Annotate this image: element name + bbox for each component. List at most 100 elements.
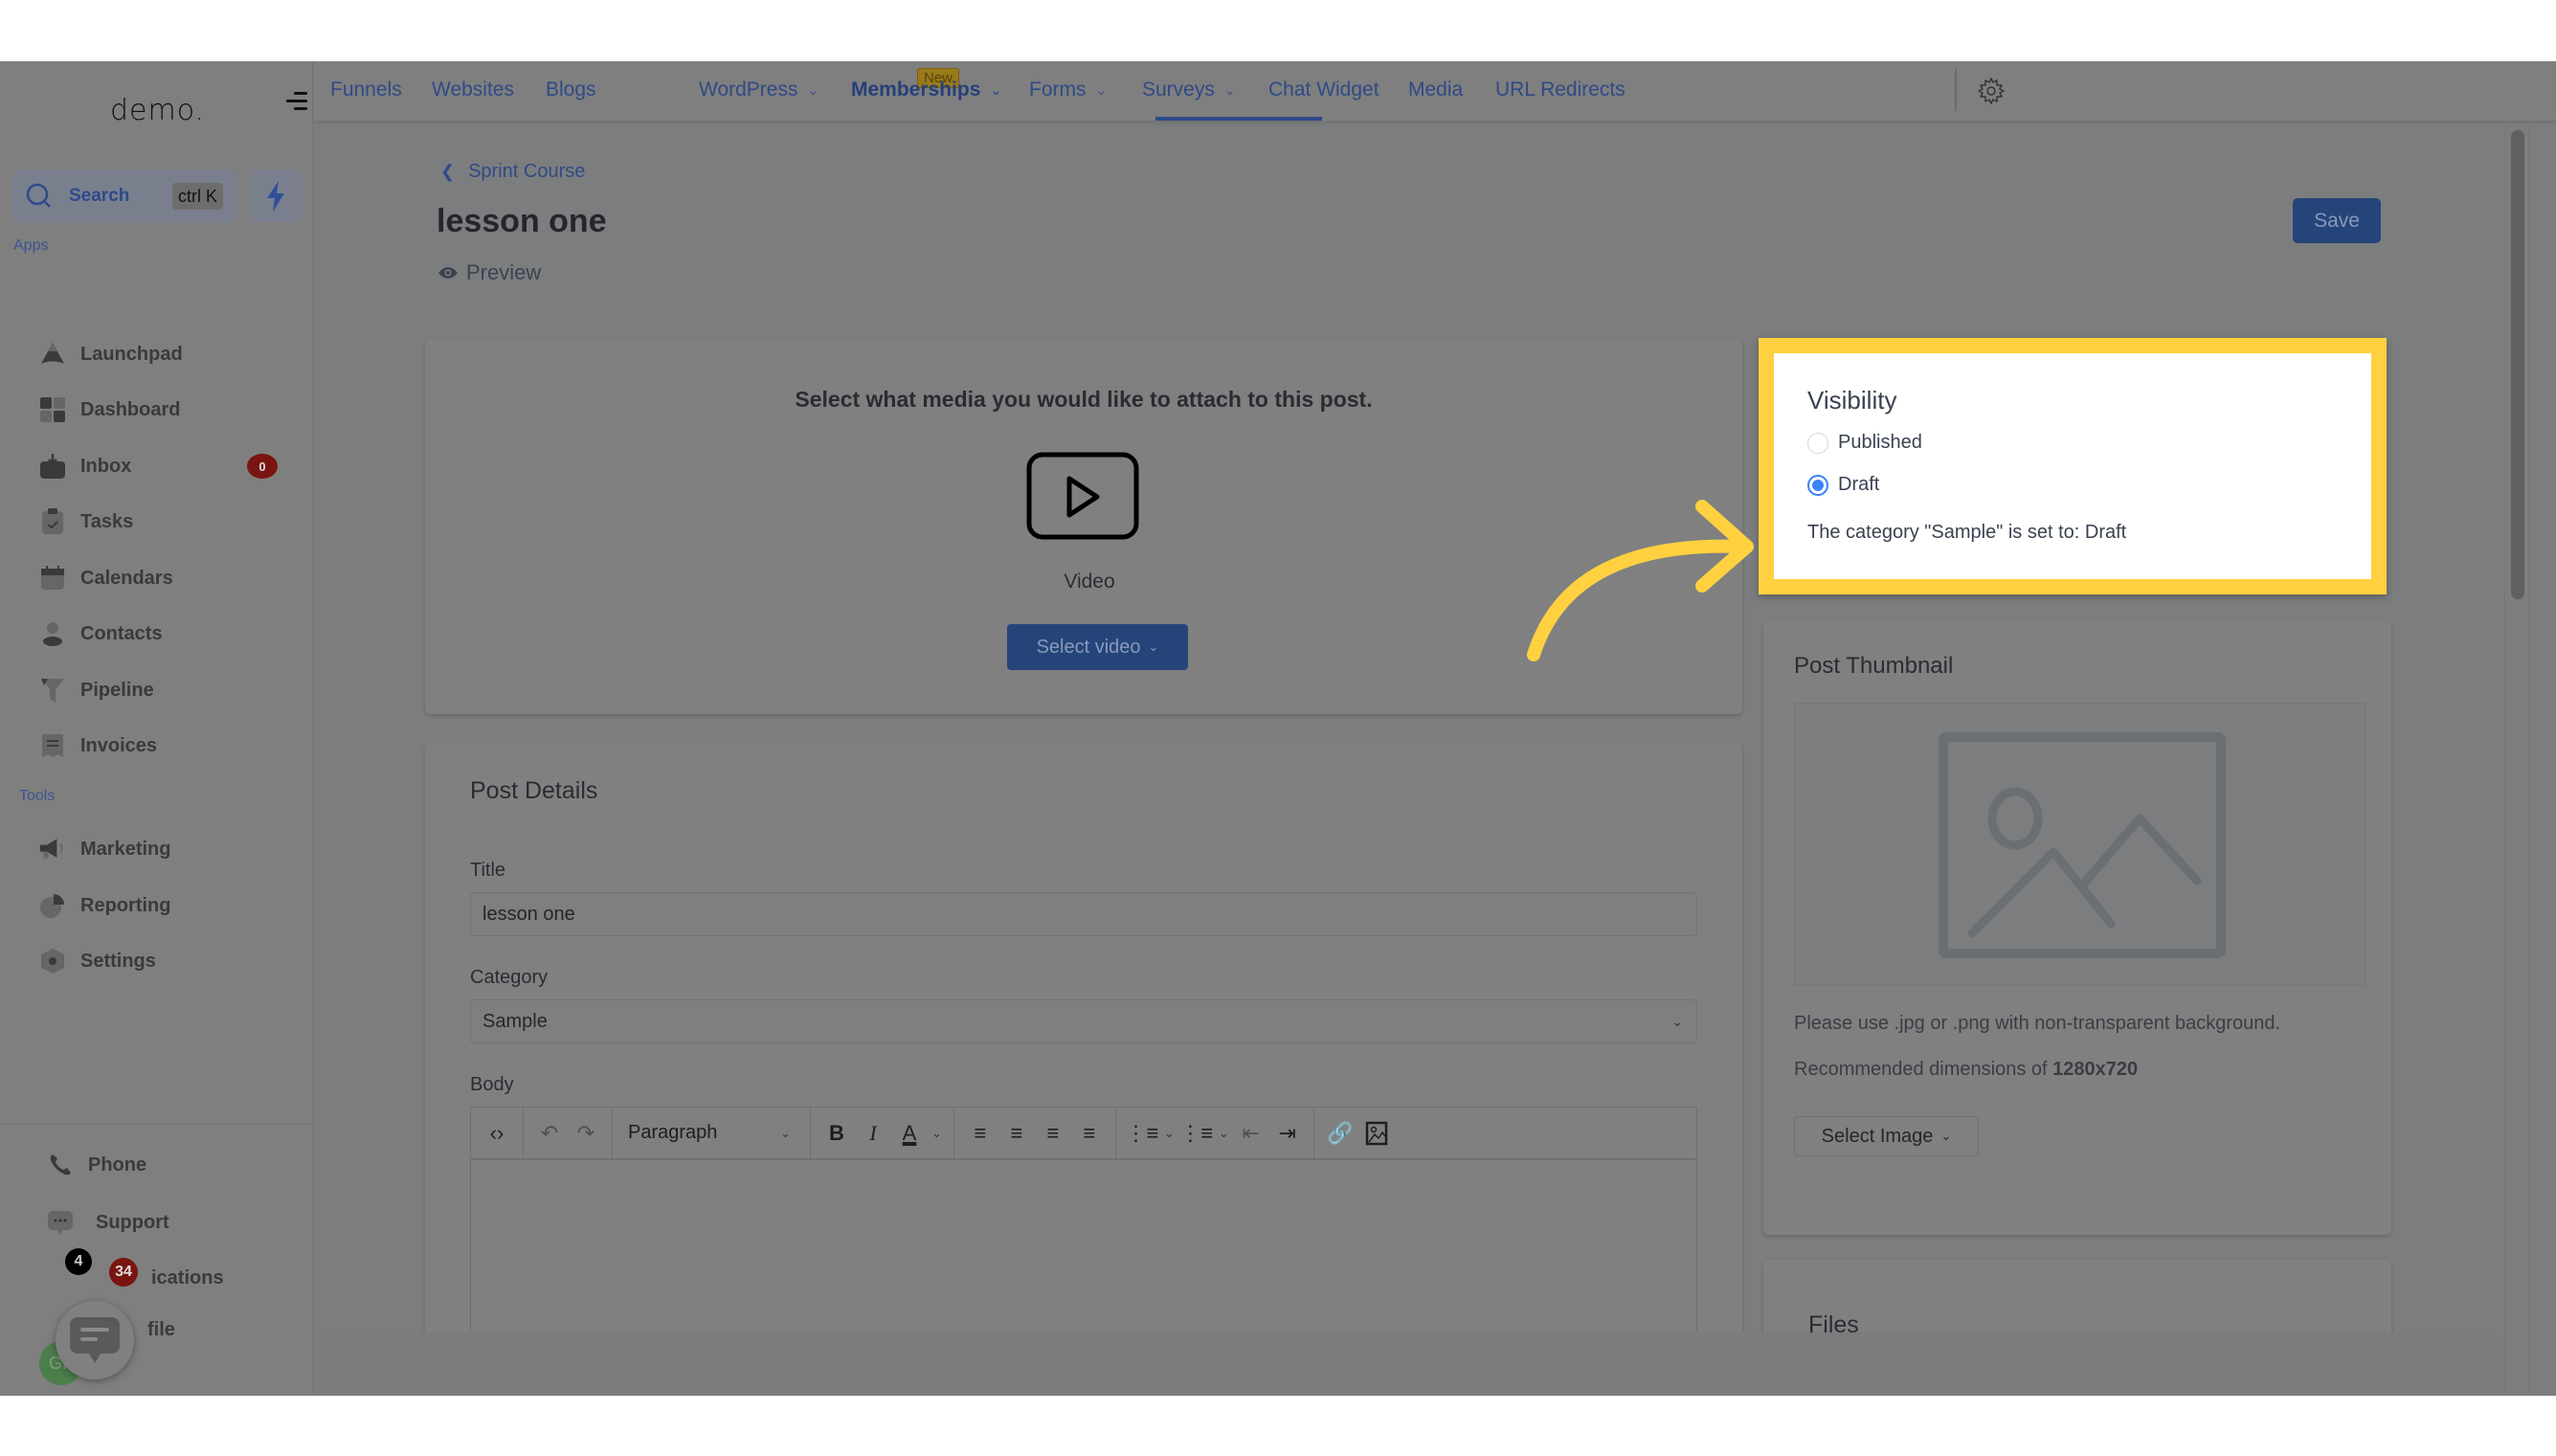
align-center-icon[interactable]: ≡ [998,1115,1035,1152]
tasks-icon [38,507,67,536]
sidebar-item-inbox[interactable]: Inbox [38,447,131,485]
page-title: lesson one [437,203,607,239]
sidebar-item-settings[interactable]: Settings [38,942,156,980]
tab-forms[interactable]: Forms ⌄ [1029,78,1107,101]
redo-icon[interactable]: ↷ [568,1115,604,1152]
search-button[interactable]: Search ctrl K [11,169,237,223]
tab-blogs[interactable]: Blogs [546,78,596,101]
phone-icon [46,1151,75,1179]
sidebar-item-marketing[interactable]: Marketing [38,830,170,868]
toolbar-group-align: ≡ ≡ ≡ ≡ [954,1108,1116,1158]
tab-label: WordPress [699,78,798,101]
toolbar-group-source: ‹› [471,1108,524,1158]
radio-button[interactable] [1807,432,1828,454]
sidebar-item-label: Contacts [80,622,163,644]
pipeline-icon [38,676,67,705]
tab-surveys[interactable]: Surveys ⌄ [1142,78,1236,101]
italic-icon[interactable]: I [855,1115,891,1152]
video-play-icon[interactable] [1026,452,1139,540]
tab-chat-widget[interactable]: Chat Widget [1268,78,1379,101]
sidebar-item-label: Reporting [80,894,171,916]
sidebar-item-contacts[interactable]: Contacts [38,615,163,653]
align-left-icon[interactable]: ≡ [962,1115,998,1152]
quick-actions-button[interactable] [249,169,303,222]
sidebar-item-launchpad[interactable]: Launchpad [38,335,183,373]
scrollbar-thumb[interactable] [2511,130,2524,599]
category-label: Category [470,967,549,988]
sidebar-item-label: Tasks [80,510,134,532]
chevron-down-icon[interactable]: ⌄ [931,1126,942,1141]
undo-icon[interactable]: ↶ [531,1115,568,1152]
sidebar-item-tasks[interactable]: Tasks [38,503,133,541]
breadcrumb[interactable]: ❮ Sprint Course [440,161,585,183]
radio-draft[interactable]: Draft [1807,474,1879,496]
chevron-left-icon: ❮ [440,162,456,181]
text-color-icon[interactable]: A [891,1115,928,1152]
sidebar-item-label: Launchpad [80,343,183,365]
sidebar-item-reporting[interactable]: Reporting [38,886,170,925]
bold-icon[interactable]: B [818,1115,855,1152]
collapse-sidebar-icon[interactable] [284,90,307,113]
sidebar: demo. Search ctrl K Apps Launchpad Dashb… [0,61,313,1396]
tab-label: Websites [432,78,514,101]
select-video-button[interactable]: Select video ⌄ [1007,624,1188,670]
megaphone-icon [38,835,67,863]
link-icon[interactable]: 🔗 [1322,1115,1358,1152]
radio-label: Draft [1838,474,1880,495]
sidebar-item-calendars[interactable]: Calendars [38,559,173,597]
tab-memberships[interactable]: Memberships ⌄ [851,78,1001,101]
tab-label: Funnels [330,78,402,101]
title-input[interactable]: lesson one [470,892,1697,936]
radio-label: Published [1838,432,1922,453]
body-label: Body [470,1074,514,1095]
toolbar-group-lists: ⋮≡ ⌄ ⋮≡ ⌄ ⇤ ⇥ [1116,1108,1314,1158]
chevron-down-icon[interactable]: ⌄ [1164,1126,1175,1141]
align-right-icon[interactable]: ≡ [1035,1115,1071,1152]
save-button[interactable]: Save [2293,198,2381,243]
sidebar-item-label: ications [151,1266,224,1288]
outdent-icon[interactable]: ⇤ [1233,1115,1269,1152]
indent-icon[interactable]: ⇥ [1269,1115,1306,1152]
image-icon[interactable] [1358,1115,1395,1152]
paragraph-format-select[interactable]: Paragraph ⌄ [620,1122,802,1144]
sidebar-item-pipeline[interactable]: Pipeline [38,671,154,709]
annotation-arrow-icon [1527,500,1754,661]
bullet-list-icon[interactable]: ⋮≡ [1124,1115,1160,1152]
chat-unread-badge: 34 [109,1258,138,1287]
sidebar-divider [0,1124,313,1125]
category-select[interactable]: Sample ⌄ [470,999,1697,1043]
toolbar-group-text: B I A ⌄ [811,1108,954,1158]
post-thumbnail-heading: Post Thumbnail [1794,653,1954,679]
visibility-card: Visibility Published Draft The category … [1774,353,2371,579]
sidebar-item-label: Phone [88,1154,147,1176]
sidebar-item-support[interactable]: Support [46,1203,169,1242]
sidebar-item-dashboard[interactable]: Dashboard [38,391,180,429]
tab-media[interactable]: Media [1408,78,1463,101]
chevron-down-icon: ⌄ [990,81,1002,98]
chevron-down-icon: ⌄ [1671,1013,1683,1029]
gear-icon[interactable] [1977,77,2006,105]
radio-button-selected[interactable] [1807,474,1828,496]
visibility-note: The category "Sample" is set to: Draft [1807,522,2127,543]
select-image-button[interactable]: Select Image ⌄ [1794,1116,1979,1156]
invoices-icon [38,731,67,760]
preview-link[interactable]: Preview [437,260,541,285]
radio-published[interactable]: Published [1807,432,1922,454]
inbox-count-badge: 0 [247,454,278,479]
select-image-label: Select Image [1821,1125,1934,1147]
chat-widget-button[interactable] [56,1301,134,1379]
search-label: Search [69,186,130,206]
source-code-icon[interactable]: ‹› [479,1115,515,1152]
align-justify-icon[interactable]: ≡ [1071,1115,1108,1152]
sidebar-item-invoices[interactable]: Invoices [38,727,157,765]
thumbnail-preview[interactable] [1794,703,2365,986]
tab-websites[interactable]: Websites [432,78,514,101]
sidebar-item-phone[interactable]: Phone [46,1146,146,1184]
chevron-down-icon[interactable]: ⌄ [1219,1126,1229,1141]
tab-wordpress[interactable]: WordPress ⌄ [699,78,818,101]
tab-url-redirects[interactable]: URL Redirects [1495,78,1626,101]
numbered-list-icon[interactable]: ⋮≡ [1178,1115,1215,1152]
tab-funnels[interactable]: Funnels [330,78,402,101]
dimensions-prefix: Recommended dimensions of [1794,1059,2053,1080]
lightning-icon [267,180,284,212]
